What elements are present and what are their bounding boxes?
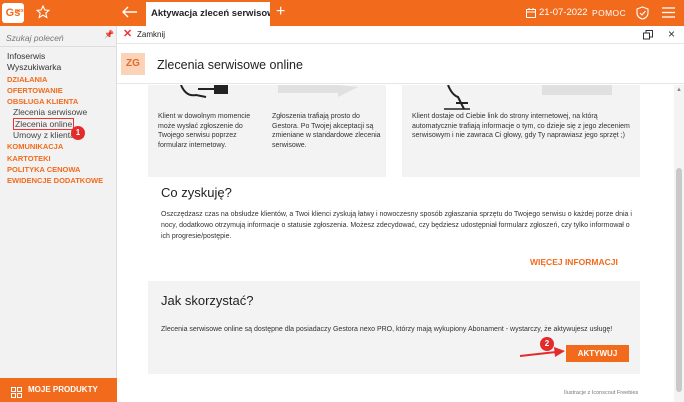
sidebar-item-obsluga-klienta[interactable]: OBSŁUGA KLIENTA	[7, 96, 103, 107]
star-icon[interactable]	[35, 4, 51, 21]
sidebar-item-infoserwis[interactable]: Infoserwis	[7, 51, 103, 62]
sidebar-item-ewidencje[interactable]: EWIDENCJE DODATKOWE	[7, 175, 103, 186]
scrollbar-thumb[interactable]	[676, 168, 682, 392]
illustration-credit: Ilustracje z Iconscout Freebies	[564, 390, 639, 396]
pin-icon[interactable]: 📌	[104, 30, 114, 39]
benefits-title: Co zyskuję?	[161, 185, 232, 200]
search-input[interactable]	[6, 31, 112, 45]
window-close-icon[interactable]: ×	[668, 27, 675, 41]
tab-active[interactable]: Aktywacja zleceń serwisowy	[146, 2, 270, 26]
laptop-illustration	[542, 85, 612, 95]
sidebar-item-dzialania[interactable]: DZIAŁANIA	[7, 74, 103, 85]
activate-button[interactable]: AKTYWUJ	[566, 345, 629, 362]
calendar-icon	[526, 7, 536, 18]
red-arrow-icon	[520, 347, 565, 357]
sidebar-item-zlecenia-online-label: Zlecenia online	[13, 117, 75, 130]
app-logo[interactable]: Gs nexo	[2, 3, 27, 23]
module-badge: ZG	[121, 53, 145, 75]
sidebar-nav: Infoserwis Wyszukiwarka DZIAŁANIA OFERTO…	[7, 51, 103, 187]
date-display[interactable]: 21-07-2022	[526, 7, 588, 18]
sidebar-item-umowy[interactable]: Umowy z klientami	[7, 130, 103, 141]
howto-title: Jak skorzystać?	[161, 293, 254, 308]
sidebar: 📌 Infoserwis Wyszukiwarka DZIAŁANIA OFER…	[0, 26, 117, 402]
howto-section: Jak skorzystać? Zlecenia serwisowe onlin…	[148, 281, 640, 374]
top-bar: Gs nexo Aktywacja zleceń serwisowy + 21-…	[0, 0, 684, 26]
benefits-section: Co zyskuję? Oszczędzasz czas na obsłudze…	[148, 177, 640, 277]
logo-sup: nexo	[15, 8, 27, 14]
page-title: Zlecenia serwisowe online	[157, 58, 303, 72]
feature-card-2: Klient dostaje od Ciebie link do strony …	[402, 85, 640, 177]
arrow-illustration	[278, 85, 358, 97]
person-on-chair-illustration	[444, 85, 470, 110]
shield-icon[interactable]	[636, 6, 649, 22]
benefits-text: Oszczędzasz czas na obsłudze klientów, a…	[161, 211, 632, 240]
close-icon[interactable]: ✕	[123, 29, 132, 40]
feature-text-1: Klient w dowolnym momencie może wysłać z…	[158, 113, 251, 149]
person-illustration	[180, 85, 228, 98]
howto-text: Zlecenia serwisowe online są dostępne dl…	[161, 326, 613, 333]
restore-window-icon[interactable]	[643, 30, 653, 42]
module-header: ZG Zlecenia serwisowe online	[117, 44, 684, 84]
back-arrow-icon[interactable]	[122, 6, 138, 20]
step-badge-1: 1	[71, 126, 85, 140]
close-label[interactable]: Zamknij	[137, 30, 165, 39]
sidebar-item-polityka-cenowa[interactable]: POLITYKA CENOWA	[7, 164, 103, 175]
search-divider	[0, 46, 117, 47]
sidebar-item-zlecenia-online[interactable]: Zlecenia online	[7, 117, 103, 130]
feature-text-3: Klient dostaje od Ciebie link do strony …	[412, 113, 630, 139]
date-text: 21-07-2022	[539, 7, 588, 18]
sidebar-item-ofertowanie[interactable]: OFERTOWANIE	[7, 85, 103, 96]
close-bar: ✕ Zamknij ×	[117, 26, 684, 44]
content-area: Klient w dowolnym momencie może wysłać z…	[117, 85, 674, 402]
feature-text-2: Zgłoszenia trafiają prosto do Gestora. P…	[272, 113, 381, 149]
sidebar-item-komunikacja[interactable]: KOMUNIKACJA	[7, 141, 103, 152]
sidebar-item-kartoteki[interactable]: KARTOTEKI	[7, 153, 103, 164]
scroll-up-arrow-icon[interactable]: ▲	[676, 87, 682, 93]
my-products-label: MOJE PRODUKTY	[28, 385, 98, 394]
grid-icon	[11, 384, 22, 402]
new-tab-plus-icon[interactable]: +	[276, 4, 285, 20]
feature-card-1: Klient w dowolnym momencie może wysłać z…	[148, 85, 386, 177]
hamburger-menu-icon[interactable]	[662, 7, 675, 20]
help-link[interactable]: POMOC	[592, 8, 626, 18]
sidebar-item-wyszukiwarka[interactable]: Wyszukiwarka	[7, 62, 103, 73]
more-info-link[interactable]: WIĘCEJ INFORMACJI	[530, 257, 618, 267]
my-products-button[interactable]: MOJE PRODUKTY	[0, 378, 117, 402]
